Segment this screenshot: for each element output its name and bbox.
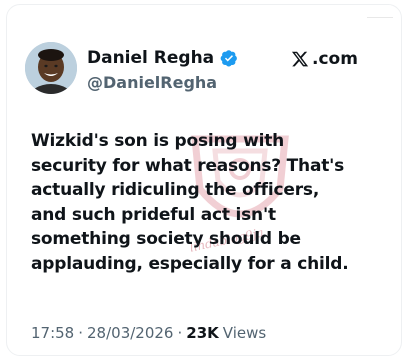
author-handle[interactable]: @DanielRegha: [87, 73, 217, 92]
views-count: 23K: [186, 324, 219, 342]
corner-tab: [367, 5, 393, 18]
verified-badge-icon: [220, 49, 238, 67]
tweet-date[interactable]: 28/03/2026: [87, 324, 173, 342]
tweet-time[interactable]: 17:58: [31, 324, 74, 342]
author-name-row: Daniel Regha: [87, 48, 238, 68]
avatar[interactable]: [25, 42, 77, 94]
brand-domain: .com: [312, 49, 358, 69]
tweet-text: Wizkid's son is posing with security for…: [31, 131, 349, 274]
views-label: Views: [222, 324, 267, 342]
brand-mark: .com: [291, 49, 358, 69]
x-logo-icon: [291, 50, 309, 68]
meta-separator: ·: [78, 324, 84, 342]
author-display-name[interactable]: Daniel Regha: [87, 48, 214, 68]
meta-separator-2: ·: [177, 324, 183, 342]
tweet-card: Daniel Regha @DanielRegha .com lindablog…: [6, 4, 402, 356]
tweet-meta: 17:58 · 28/03/2026 · 23K Views: [31, 324, 266, 342]
